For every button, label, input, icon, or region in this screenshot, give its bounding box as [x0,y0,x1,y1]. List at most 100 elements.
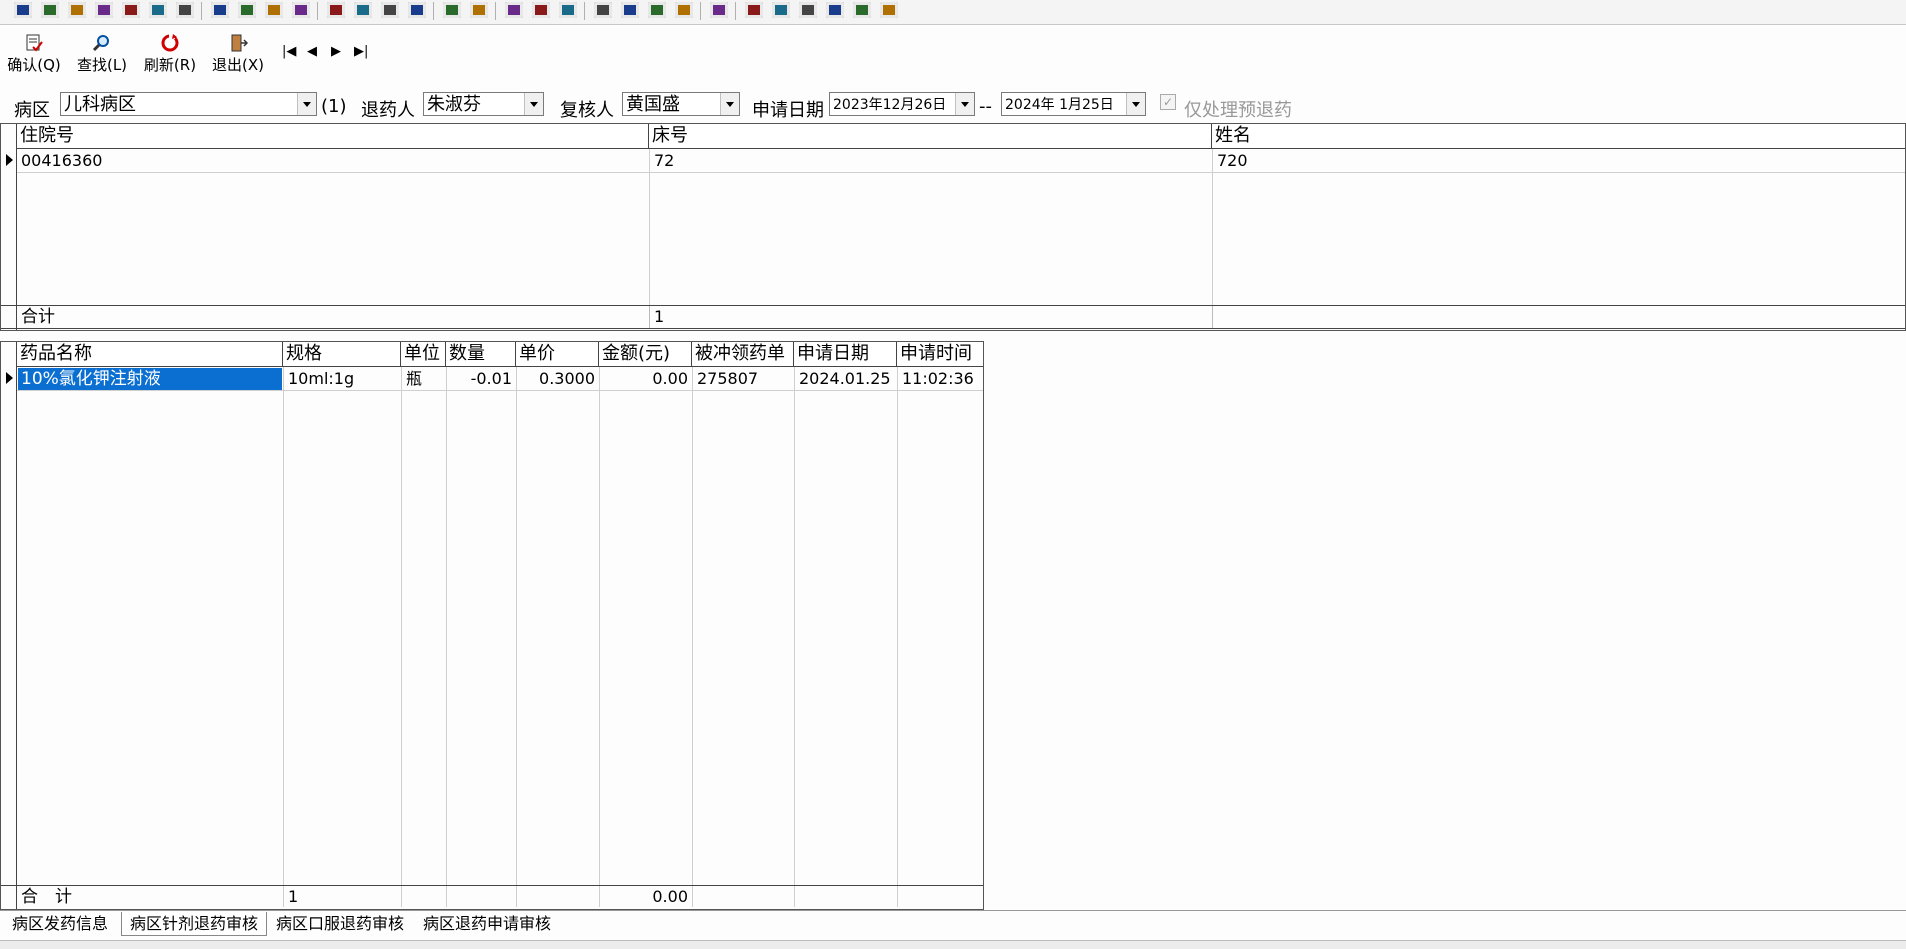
chevron-down-icon[interactable] [297,93,316,115]
grid-check-icon[interactable] [149,2,167,18]
doc-export-icon[interactable] [292,2,310,18]
apply-date-cell[interactable]: 2024.01.25 [796,368,896,390]
window-icon[interactable] [211,2,229,18]
lock-transfer-icon[interactable] [559,2,577,18]
chevron-down-icon[interactable] [955,93,974,115]
chevron-down-icon[interactable] [1126,93,1145,115]
print-icon[interactable] [14,2,32,18]
col-header-apply-date[interactable]: 申请日期 [794,342,897,366]
current-row-marker [6,154,13,166]
date-to-value: 2024年 1月25日 [1005,97,1114,113]
calc-icon[interactable] [95,2,113,18]
col-header-drug-name[interactable]: 药品名称 [17,342,283,366]
drug-total-count: 1 [288,887,299,906]
ward-select[interactable]: 儿科病区 [60,92,317,116]
circle-icon[interactable] [745,2,763,18]
checkbox-icon[interactable] [265,2,283,18]
col-header-apply-time[interactable]: 申请时间 [897,342,983,366]
rows-icon[interactable] [799,2,817,18]
approve-icon[interactable] [853,2,871,18]
patient-grid-header: 住院号 床号 姓名 [17,124,1905,149]
form-icon[interactable] [354,2,372,18]
image-icon[interactable] [675,2,693,18]
bell-icon[interactable] [443,2,461,18]
nav-next-button[interactable]: ▶ [331,44,341,59]
date-from-value: 2023年12月26日 [833,97,947,113]
col-header-admission-no[interactable]: 住院号 [17,124,649,148]
doc-ok-icon[interactable] [327,2,345,18]
tab-dispensing-info[interactable]: 病区发药信息 [4,912,116,936]
date-separator: -- [979,96,992,117]
pre-return-checkbox[interactable]: ✓ [1160,94,1176,110]
patient-total-bed: 1 [654,307,665,326]
grid-icon[interactable] [408,2,426,18]
clipboard-icon[interactable] [880,2,898,18]
col-header-spec[interactable]: 规格 [283,342,401,366]
exit-button[interactable]: 退出(X) [206,34,270,75]
check-icon[interactable] [68,2,86,18]
current-row-marker [6,372,13,384]
tab-strip-line [0,910,1906,911]
magnifier-icon[interactable] [648,2,666,18]
returner-select[interactable]: 朱淑芬 [423,92,544,116]
drug-total-amount: 0.00 [652,887,688,906]
unit-cell[interactable]: 瓶 [403,368,445,390]
confirm-button[interactable]: 确认(Q) [2,34,66,75]
col-header-amount[interactable]: 金额(元) [599,342,692,366]
zoom-icon[interactable] [772,2,790,18]
refresh-button[interactable]: 刷新(R) [138,34,202,75]
chevron-down-icon[interactable] [524,93,543,115]
tab-injection-return-review[interactable]: 病区针剂退药审核 [121,912,268,936]
thermometer-icon[interactable] [621,2,639,18]
binoculars-icon[interactable] [122,2,140,18]
lock-icon[interactable] [41,2,59,18]
transfer-icon[interactable] [532,2,550,18]
col-header-name[interactable]: 姓名 [1212,124,1905,148]
nav-last-button[interactable]: ▶| [354,44,368,59]
quantity-cell[interactable]: -0.01 [448,368,515,390]
date-from-picker[interactable]: 2023年12月26日 [829,92,975,116]
nav-prev-button[interactable]: ◀ [307,44,317,59]
col-header-unit-price[interactable]: 单价 [516,342,599,366]
drug-grid: 药品名称 规格 单位 数量 单价 金额(元) 被冲领药单 申请日期 申请时间 1… [0,341,984,910]
patient-grid: 住院号 床号 姓名 00416360 72 720 合计 1 [0,123,1906,331]
amount-cell[interactable]: 0.00 [601,368,691,390]
drug-name-cell[interactable]: 10%氯化钾注射液 [18,368,282,390]
confirm-label: 确认(Q) [7,56,61,74]
offset-order-cell[interactable]: 275807 [694,368,793,390]
reviewer-select[interactable]: 黄国盛 [622,92,740,116]
open-icon[interactable] [710,2,728,18]
table-icon[interactable] [381,2,399,18]
bed-no-cell[interactable]: 72 [651,150,1211,172]
col-header-quantity[interactable]: 数量 [446,342,516,366]
doc-search-icon[interactable] [176,2,194,18]
toolbar-separator [317,2,318,20]
tab-oral-return-review[interactable]: 病区口服退药审核 [268,912,412,936]
trash-icon[interactable] [505,2,523,18]
find-label: 查找(L) [76,56,128,74]
date-to-picker[interactable]: 2024年 1月25日 [1001,92,1146,116]
refresh-icon [161,34,179,52]
admission-no-cell[interactable]: 00416360 [18,150,648,172]
tab-return-request-review[interactable]: 病区退药申请审核 [415,912,559,936]
chevron-down-icon[interactable] [720,93,739,115]
col-header-unit[interactable]: 单位 [401,342,446,366]
col-header-bed-no[interactable]: 床号 [649,124,1212,148]
apply-time-cell[interactable]: 11:02:36 [899,368,983,390]
find-button[interactable]: 查找(L) [70,34,134,75]
windows-icon[interactable] [826,2,844,18]
doc-edit-icon[interactable] [238,2,256,18]
folder-icon[interactable] [594,2,612,18]
exit-door-icon [231,34,248,52]
spec-cell[interactable]: 10ml:1g [285,368,400,390]
name-cell[interactable]: 720 [1214,150,1904,172]
returner-label: 退药人 [361,100,415,121]
exit-label: 退出(X) [212,56,264,74]
col-header-offset-order[interactable]: 被冲领药单 [692,342,794,366]
toolbar-separator [735,2,736,20]
unit-price-cell[interactable]: 0.3000 [518,368,598,390]
nav-first-button[interactable]: |◀ [282,44,296,59]
ward-count: (1) [321,96,347,117]
chart-icon[interactable] [470,2,488,18]
reviewer-label: 复核人 [560,100,614,121]
